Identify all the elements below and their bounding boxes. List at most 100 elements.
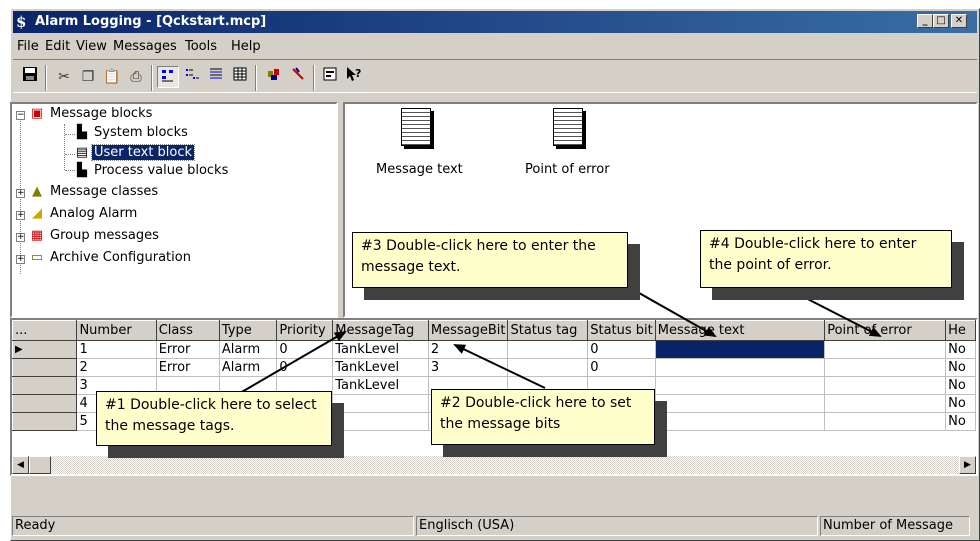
callout-2: #2 Double-click here to set the message … <box>431 389 655 445</box>
maximize-button[interactable]: □ <box>933 14 949 28</box>
horizontal-scrollbar[interactable]: ◀ ▶ <box>12 456 976 474</box>
row-selector[interactable] <box>12 358 78 377</box>
column-header-message-text[interactable]: Message text <box>654 320 826 341</box>
expand-icon[interactable]: + <box>16 211 25 220</box>
paste-icon[interactable]: 📋 <box>101 66 123 88</box>
cell-he[interactable]: No <box>945 340 976 359</box>
grid-view-icon[interactable] <box>229 66 251 88</box>
list-view-icon[interactable] <box>181 66 203 88</box>
tree-node-analog-alarm[interactable]: Analog Alarm <box>48 205 139 223</box>
menu-edit[interactable]: Edit <box>45 39 70 54</box>
message-text-block-icon[interactable] <box>401 108 431 146</box>
save-icon[interactable] <box>19 66 41 88</box>
cell-point-of-error[interactable] <box>824 376 947 395</box>
small-icons-view-icon[interactable] <box>157 66 179 88</box>
cell-messagetag[interactable]: TankLevel <box>332 340 429 359</box>
cut-icon[interactable]: ✂ <box>53 66 75 88</box>
tree-node-message-classes[interactable]: Message classes <box>48 183 160 201</box>
cell-status-tag[interactable] <box>507 340 589 359</box>
message-blocks-tree: − ▣ Message blocks ▙ System blocks ▤ Use… <box>10 102 338 318</box>
cell-message-text[interactable] <box>655 358 826 377</box>
cell-point-of-error[interactable] <box>824 412 947 431</box>
tree-node-system-blocks[interactable]: System blocks <box>92 124 190 142</box>
tree-node-archive-configuration[interactable]: Archive Configuration <box>48 249 193 267</box>
cell-he[interactable]: No <box>945 394 976 413</box>
tree-node-group-messages[interactable]: Group messages <box>48 227 161 245</box>
svg-text:?: ? <box>355 67 361 80</box>
cell-point-of-error[interactable] <box>824 394 947 413</box>
row-selector[interactable] <box>12 376 78 395</box>
collapse-icon[interactable]: − <box>16 111 25 120</box>
menu-messages[interactable]: Messages <box>113 39 177 54</box>
wizard-icon[interactable] <box>263 66 285 88</box>
cell-number[interactable]: 2 <box>76 358 157 377</box>
cell-message-text[interactable] <box>655 394 826 413</box>
delete-icon[interactable] <box>287 66 309 88</box>
row-selector[interactable] <box>12 412 78 431</box>
cell-status-tag[interactable] <box>507 358 589 377</box>
cell-he[interactable]: No <box>945 376 976 395</box>
row-selector[interactable]: ▶ <box>12 340 78 359</box>
menu-view[interactable]: View <box>76 39 107 54</box>
cell-priority[interactable]: 0 <box>276 358 334 377</box>
scroll-right-icon[interactable]: ▶ <box>959 456 976 474</box>
cell-type[interactable]: Alarm <box>219 358 278 377</box>
cell-messagetag[interactable]: TankLevel <box>332 376 429 395</box>
column-header-point-of-error[interactable]: Point of error <box>824 320 947 341</box>
expand-icon[interactable]: + <box>16 233 25 242</box>
menu-tools[interactable]: Tools <box>185 39 217 54</box>
cell-point-of-error[interactable] <box>824 358 947 377</box>
cell-messagetag[interactable]: TankLevel <box>332 358 429 377</box>
cell-message-text[interactable] <box>655 340 826 359</box>
cell-number[interactable]: 1 <box>76 340 157 359</box>
column-header-priority[interactable]: Priority <box>276 320 334 341</box>
column-header-class[interactable]: Class <box>155 320 220 341</box>
cell-he[interactable]: No <box>945 358 976 377</box>
expand-icon[interactable]: + <box>16 255 25 264</box>
column-header-messagetag[interactable]: MessageTag <box>332 320 429 341</box>
cell-messagebit[interactable]: 3 <box>428 358 509 377</box>
print-icon[interactable]: ⎙ <box>125 66 147 88</box>
scroll-left-icon[interactable]: ◀ <box>12 456 29 474</box>
close-button[interactable]: ✕ <box>951 14 967 28</box>
cell-type[interactable]: Alarm <box>219 340 278 359</box>
cell-point-of-error[interactable] <box>824 340 947 359</box>
properties-icon[interactable] <box>319 66 341 88</box>
cell-priority[interactable]: 0 <box>276 340 334 359</box>
cell-messagetag[interactable] <box>332 412 429 431</box>
cell-he[interactable]: No <box>945 412 976 431</box>
tree-node-process-value-blocks[interactable]: Process value blocks <box>92 162 230 180</box>
scroll-track[interactable] <box>29 456 959 474</box>
toolbar-separator <box>313 65 315 91</box>
column-header-type[interactable]: Type <box>218 320 278 341</box>
menu-file[interactable]: File <box>17 39 39 54</box>
help-icon[interactable]: ? <box>343 66 365 88</box>
column-header-messagebit[interactable]: MessageBit <box>427 320 509 341</box>
cell-messagetag[interactable] <box>332 394 429 413</box>
tree-node-user-text-block[interactable]: User text block <box>90 144 196 162</box>
cell-class[interactable]: Error <box>156 358 220 377</box>
table-row[interactable]: 2 Error Alarm 0 TankLevel 3 0 No <box>12 358 976 377</box>
details-view-icon[interactable] <box>205 66 227 88</box>
cell-status-bit[interactable]: 0 <box>587 358 656 377</box>
column-header-status-bit[interactable]: Status bit <box>587 320 656 341</box>
minimize-button[interactable]: _ <box>917 14 933 28</box>
scroll-thumb[interactable] <box>29 456 51 474</box>
cell-message-text[interactable] <box>655 412 826 431</box>
table-row[interactable]: ▶ 1 Error Alarm 0 TankLevel 2 0 No <box>12 340 976 359</box>
column-header-status-tag[interactable]: Status tag <box>507 320 589 341</box>
column-header-number[interactable]: Number <box>76 320 157 341</box>
column-header-he[interactable]: He <box>945 320 976 341</box>
cell-message-text[interactable] <box>655 376 826 395</box>
expand-icon[interactable]: + <box>16 189 25 198</box>
copy-icon[interactable]: ❐ <box>77 66 99 88</box>
cell-messagebit[interactable]: 2 <box>428 340 509 359</box>
menu-help[interactable]: Help <box>231 39 261 54</box>
cell-class[interactable]: Error <box>156 340 220 359</box>
point-of-error-block-icon[interactable] <box>553 108 583 146</box>
grid-corner[interactable]: ... <box>12 320 78 341</box>
tree-node-message-blocks[interactable]: Message blocks <box>48 105 154 123</box>
row-selector[interactable] <box>12 394 78 413</box>
title-bar[interactable]: $ Alarm Logging - [Qckstart.mcp] _ □ ✕ <box>13 11 977 33</box>
cell-status-bit[interactable]: 0 <box>587 340 656 359</box>
